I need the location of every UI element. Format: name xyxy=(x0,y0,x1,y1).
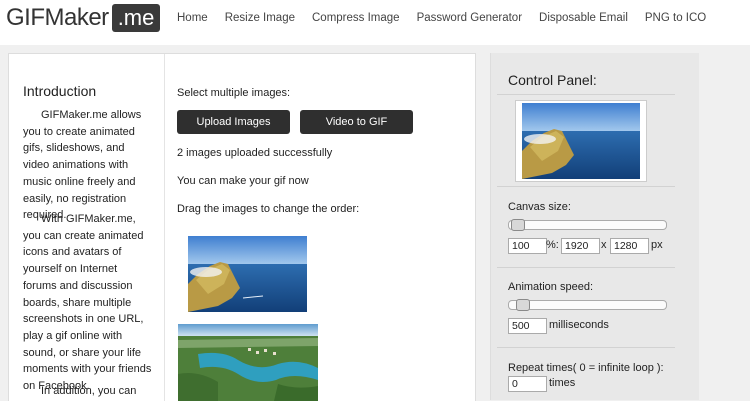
intro-paragraph-3: In addition, you can xyxy=(41,385,137,397)
upload-area: Select multiple images: Upload Images Vi… xyxy=(177,54,467,401)
px-unit: px xyxy=(651,239,663,251)
preview-image xyxy=(522,103,640,179)
gif-preview xyxy=(515,100,647,182)
speed-input[interactable]: 500 xyxy=(508,318,547,334)
intro-title: Introduction xyxy=(23,83,97,99)
slider-handle[interactable] xyxy=(516,299,530,311)
canvas-size-slider[interactable] xyxy=(508,219,667,231)
times-symbol: x xyxy=(601,239,607,251)
video-to-gif-button[interactable]: Video to GIF xyxy=(300,110,413,134)
logo[interactable]: GIFMaker .me xyxy=(6,4,161,32)
repeat-times-label: Repeat times( 0 = infinite loop ): xyxy=(508,362,664,374)
divider xyxy=(497,267,675,268)
introduction-column: Introduction GIFMaker.me allows you to c… xyxy=(9,54,165,401)
site-header: GIFMaker .me Home Resize Image Compress … xyxy=(0,0,750,45)
canvas-height-input[interactable]: 1280 xyxy=(610,238,649,254)
divider xyxy=(497,94,675,95)
upload-status-text: 2 images uploaded successfully xyxy=(177,147,333,159)
divider xyxy=(497,186,675,187)
nav-disposable-email[interactable]: Disposable Email xyxy=(539,12,628,24)
animation-speed-slider[interactable] xyxy=(508,299,667,311)
nav-png-to-ico[interactable]: PNG to ICO xyxy=(645,12,706,24)
divider xyxy=(497,347,675,348)
slider-handle[interactable] xyxy=(511,219,525,231)
nav-compress-image[interactable]: Compress Image xyxy=(312,12,400,24)
canvas-width-input[interactable]: 1920 xyxy=(561,238,600,254)
canvas-size-label: Canvas size: xyxy=(508,201,571,213)
drag-hint-text: Drag the images to change the order: xyxy=(177,203,360,215)
upload-images-button[interactable]: Upload Images xyxy=(177,110,290,134)
intro-paragraph-1: GIFMaker.me allows you to create animate… xyxy=(23,109,142,222)
logo-text: GIFMaker xyxy=(6,4,109,31)
control-panel: Control Panel: Canvas size: 100 %: 1920 … xyxy=(490,53,699,400)
logo-badge: .me xyxy=(111,4,161,32)
uploaded-image-2[interactable] xyxy=(178,324,318,401)
nav-home[interactable]: Home xyxy=(177,12,208,24)
top-nav: Home Resize Image Compress Image Passwor… xyxy=(177,12,723,24)
main-panel: Introduction GIFMaker.me allows you to c… xyxy=(8,53,476,401)
uploaded-image-1[interactable] xyxy=(188,236,307,312)
aerial-village-image xyxy=(178,324,318,401)
select-images-label: Select multiple images: xyxy=(177,87,291,99)
nav-password-generator[interactable]: Password Generator xyxy=(417,12,522,24)
canvas-percent-input[interactable]: 100 xyxy=(508,238,547,254)
cliff-image xyxy=(188,236,307,312)
times-unit: times xyxy=(549,377,576,389)
animation-speed-label: Animation speed: xyxy=(508,281,593,293)
milliseconds-unit: milliseconds xyxy=(549,319,609,331)
control-panel-title: Control Panel: xyxy=(508,72,597,88)
repeat-input[interactable]: 0 xyxy=(508,376,547,392)
nav-resize-image[interactable]: Resize Image xyxy=(225,12,295,24)
ready-text: You can make your gif now xyxy=(177,175,309,187)
percent-symbol: %: xyxy=(546,239,559,251)
intro-paragraph-2: With GIFMaker.me, you can create animate… xyxy=(23,213,152,393)
